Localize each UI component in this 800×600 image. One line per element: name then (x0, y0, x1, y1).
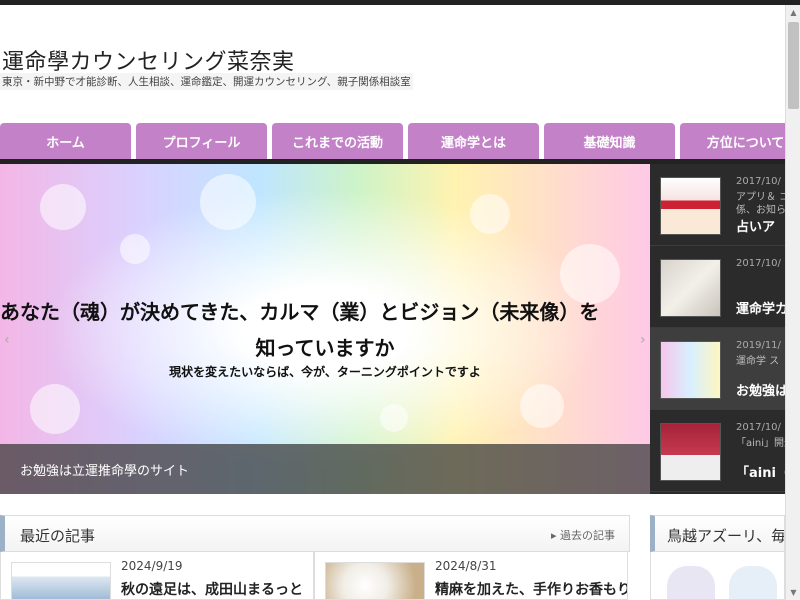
post-date: 2024/9/19 (121, 559, 183, 573)
post-date: 2024/8/31 (435, 559, 497, 573)
slider-prev-icon[interactable]: ‹ (4, 332, 10, 348)
slider-thumb-item[interactable]: 2017/10/ 「aini」開運 「aini（旧 (650, 410, 785, 492)
post-date: 2017/10/ (736, 176, 781, 187)
nav-item-profile[interactable]: プロフィール (136, 123, 267, 159)
hero-headline: あなた（魂）が決めてきた、カルマ（業）とビジョン（未来像）を (0, 300, 600, 324)
thumbnail-image (660, 259, 721, 317)
post-title[interactable]: 精麻を加えた、手作りお香もり (435, 579, 627, 599)
nav-item-directions[interactable]: 方位について (680, 123, 785, 159)
thumbnail-image (325, 562, 425, 599)
post-title[interactable]: 秋の遠足は、成田山まるっと (121, 579, 303, 599)
post-excerpt: 「aini」開運 (736, 438, 785, 449)
past-posts-link[interactable]: ▸ 過去の記事 (551, 527, 615, 543)
thumbnail-image (660, 177, 721, 235)
thumbnail-image (11, 562, 111, 599)
nav-item-basics[interactable]: 基礎知識 (544, 123, 675, 159)
bokeh-circle (120, 234, 150, 264)
thumbnail-image (660, 341, 721, 399)
scroll-thumb[interactable] (788, 22, 799, 109)
scroll-down-arrow-icon[interactable]: ▼ (786, 585, 800, 600)
slider-next-icon[interactable]: › (640, 332, 646, 348)
hero-subline: 現状を変えたいならば、今が、ターニングポイントですよ (169, 365, 481, 379)
hero-slider[interactable]: あなた（魂）が決めてきた、カルマ（業）とビジョン（未来像）を 知っていますか 現… (0, 164, 650, 494)
slider-thumbnail-list: 2017/10/ アプリ＆ コ 係、お知ら 占いア 2017/10/ 運命学カ … (650, 164, 785, 494)
bokeh-circle (560, 244, 620, 304)
post-card[interactable]: 2024/8/31 精麻を加えた、手作りお香もり (314, 552, 628, 600)
sidebar-widget-title: 鳥越アズーリ、毎週 (667, 527, 785, 545)
bokeh-circle (40, 184, 86, 230)
bokeh-circle (520, 384, 564, 428)
nav-item-about-unmeigaku[interactable]: 運命学とは (408, 123, 539, 159)
slider-thumb-item[interactable]: 2017/10/ 運命学カ (650, 246, 785, 328)
top-bar (0, 0, 800, 5)
hero-headline-2: 知っていますか (255, 336, 395, 360)
post-title: 占いア (736, 220, 776, 235)
past-posts-label: 過去の記事 (560, 529, 615, 542)
site-description: 東京・新中野で才能診断、人生相談、運命鑑定、開運カウンセリング、親子関係相談室 (0, 73, 413, 90)
post-excerpt: 運命学 ス (736, 356, 780, 367)
site-title[interactable]: 運命學カウンセリング菜奈実 (2, 44, 295, 76)
widget-image (729, 566, 777, 599)
sidebar-widget-header: 鳥越アズーリ、毎週 (650, 515, 785, 552)
sidebar-widget-body (650, 552, 785, 600)
thumbnail-image (660, 423, 721, 481)
post-date: 2017/10/ (736, 258, 781, 269)
hero-caption[interactable]: お勉強は立運推命學のサイト (0, 444, 650, 494)
post-card[interactable]: 2024/9/19 秋の遠足は、成田山まるっと (0, 552, 314, 600)
widget-image (667, 566, 715, 599)
post-date: 2019/11/ (736, 340, 781, 351)
nav-item-activities[interactable]: これまでの活動 (272, 123, 403, 159)
bokeh-circle (200, 174, 256, 230)
post-date: 2017/10/ (736, 422, 781, 433)
nav-item-home[interactable]: ホーム (0, 123, 131, 159)
bokeh-circle (470, 194, 510, 234)
bokeh-circle (30, 384, 80, 434)
slider-thumb-item-active[interactable]: 2019/11/ 運命学 ス お勉強は (650, 328, 785, 410)
recent-posts-title: 最近の記事 (20, 527, 96, 545)
post-title: 「aini（旧 (736, 466, 785, 481)
page-scrollbar[interactable]: ▲ ▼ (785, 5, 800, 600)
main-nav: ホーム プロフィール これまでの活動 運命学とは 基礎知識 方位について (0, 123, 785, 159)
scroll-up-arrow-icon[interactable]: ▲ (786, 5, 800, 20)
recent-posts-header: 最近の記事 ▸ 過去の記事 (0, 515, 630, 552)
post-excerpt: アプリ＆ コ 係、お知ら (736, 192, 785, 216)
slider-thumb-item[interactable]: 2017/10/ アプリ＆ コ 係、お知ら 占いア (650, 164, 785, 246)
post-title: お勉強は (736, 384, 785, 399)
bokeh-circle (380, 404, 408, 432)
post-title: 運命学カ (736, 302, 785, 317)
